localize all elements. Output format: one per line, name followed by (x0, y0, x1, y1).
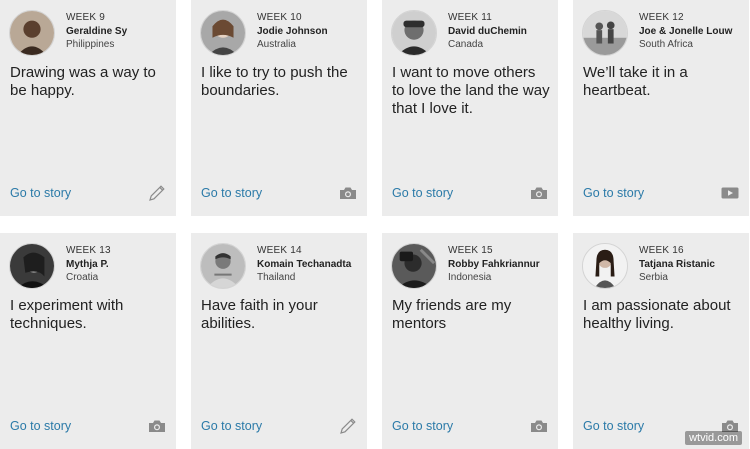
quote-text: Drawing was a way to be happy. (10, 64, 156, 99)
quote-text: I am passionate about healthy living. (583, 297, 731, 332)
person-name: Komain Techanadta (257, 258, 352, 270)
story-card[interactable]: WEEK 11 David duChemin Canada I want to … (382, 0, 558, 216)
quote-text: I like to try to push the boundaries. (201, 64, 348, 99)
person-name: Geraldine Sy (66, 25, 128, 37)
go-to-story-link[interactable]: Go to story (583, 419, 644, 433)
quote-text: I want to move others to love the land t… (392, 64, 550, 117)
story-card[interactable]: WEEK 12 Joe & Jonelle Louw South Africa … (573, 0, 749, 216)
week-label: WEEK 10 (257, 12, 302, 23)
week-label: WEEK 12 (639, 12, 684, 23)
avatar (391, 243, 437, 289)
country-label: Philippines (66, 39, 115, 50)
camera-icon (338, 184, 358, 202)
avatar (391, 10, 437, 56)
person-name: Jodie Johnson (257, 25, 328, 37)
week-label: WEEK 9 (66, 12, 105, 23)
story-card[interactable]: WEEK 9 Geraldine Sy Philippines Drawing … (0, 0, 176, 216)
country-label: Serbia (639, 272, 668, 283)
avatar (9, 243, 55, 289)
avatar (582, 10, 628, 56)
quote-text: Have faith in your abilities. (201, 297, 318, 332)
camera-icon (529, 417, 549, 435)
avatar (200, 243, 246, 289)
country-label: Thailand (257, 272, 296, 283)
country-label: Croatia (66, 272, 99, 283)
week-label: WEEK 11 (448, 12, 493, 23)
video-play-icon (720, 184, 740, 202)
camera-icon (529, 184, 549, 202)
country-label: South Africa (639, 39, 693, 50)
quote-text: I experiment with techniques. (10, 297, 124, 332)
story-card[interactable]: WEEK 16 Tatjana Ristanic Serbia I am pas… (573, 233, 749, 449)
person-name: Mythja P. (66, 258, 109, 270)
go-to-story-link[interactable]: Go to story (10, 186, 71, 200)
avatar (582, 243, 628, 289)
avatar (9, 10, 55, 56)
go-to-story-link[interactable]: Go to story (201, 186, 262, 200)
pencil-icon (147, 184, 167, 202)
camera-icon (147, 417, 167, 435)
quote-text: We’ll take it in a heartbeat. (583, 64, 688, 99)
go-to-story-link[interactable]: Go to story (583, 186, 644, 200)
country-label: Indonesia (448, 272, 492, 283)
week-label: WEEK 16 (639, 245, 684, 256)
country-label: Australia (257, 39, 296, 50)
go-to-story-link[interactable]: Go to story (392, 419, 453, 433)
person-name: Joe & Jonelle Louw (639, 25, 733, 37)
person-name: Robby Fahkriannur (448, 258, 540, 270)
person-name: David duChemin (448, 25, 527, 37)
story-card[interactable]: WEEK 15 Robby Fahkriannur Indonesia My f… (382, 233, 558, 449)
week-label: WEEK 14 (257, 245, 302, 256)
story-card[interactable]: WEEK 14 Komain Techanadta Thailand Have … (191, 233, 367, 449)
person-name: Tatjana Ristanic (639, 258, 715, 270)
quote-text: My friends are my mentors (392, 297, 512, 332)
story-card[interactable]: WEEK 13 Mythja P. Croatia I experiment w… (0, 233, 176, 449)
go-to-story-link[interactable]: Go to story (392, 186, 453, 200)
watermark: wtvid.com (685, 431, 742, 445)
story-card[interactable]: WEEK 10 Jodie Johnson Australia I like t… (191, 0, 367, 216)
pencil-icon (338, 417, 358, 435)
week-label: WEEK 15 (448, 245, 493, 256)
avatar (200, 10, 246, 56)
week-label: WEEK 13 (66, 245, 111, 256)
go-to-story-link[interactable]: Go to story (201, 419, 262, 433)
country-label: Canada (448, 39, 484, 50)
go-to-story-link[interactable]: Go to story (10, 419, 71, 433)
